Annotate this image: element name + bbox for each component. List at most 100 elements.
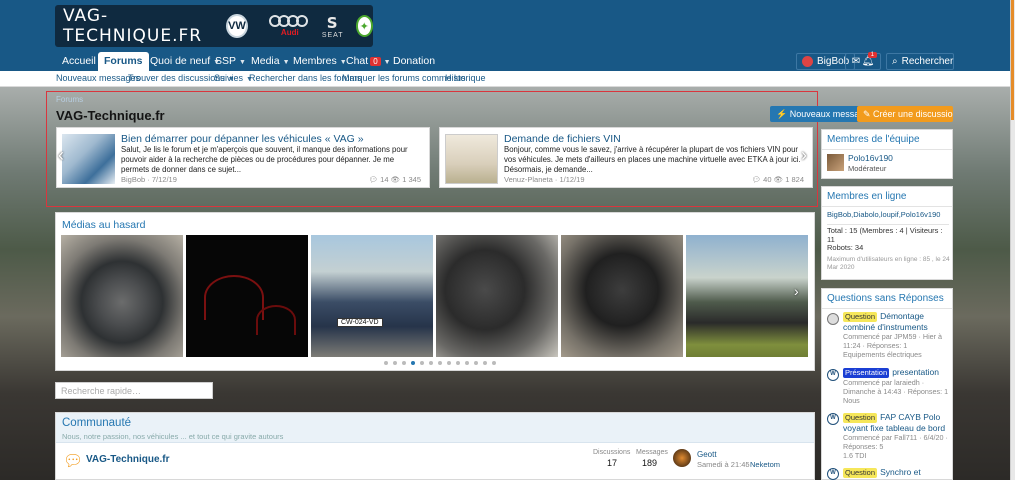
staff-name[interactable]: Polo16v190 xyxy=(848,153,893,163)
divider xyxy=(827,224,949,225)
featured-views: 1 345 xyxy=(402,175,421,184)
staff-role: Modérateur xyxy=(848,164,887,173)
forum-bubbles-icon: 💬︎ xyxy=(63,453,84,470)
bell-icon[interactable]: 🔔︎ 1 xyxy=(862,52,877,67)
breadcrumb[interactable]: Forums xyxy=(56,95,83,104)
featured-title[interactable]: Bien démarrer pour dépanner les véhicule… xyxy=(121,133,364,145)
seat-logo-icon: S SEAT xyxy=(321,13,344,39)
avatar xyxy=(802,56,813,67)
featured-author[interactable]: BigBob xyxy=(121,175,145,184)
pagination-dot[interactable] xyxy=(438,361,442,365)
create-discussion-label: Créer une discussion… xyxy=(873,109,953,119)
pagination-dot[interactable] xyxy=(429,361,433,365)
site-logo[interactable]: VAG-TECHNIQUE.FR VW Audi S SEAT ✦ xyxy=(55,5,373,47)
pagination-dot[interactable] xyxy=(393,361,397,365)
pagination-dot[interactable] xyxy=(402,361,406,365)
pagination-dot[interactable] xyxy=(474,361,478,365)
featured-replies: 14 xyxy=(380,175,389,184)
unanswered-block: Questions sans Réponses Question Démonta… xyxy=(821,288,953,480)
pagination-dot[interactable] xyxy=(411,361,415,365)
vw-avatar-icon[interactable]: W xyxy=(827,468,839,480)
question-item[interactable]: Présentation presentation Commencé par l… xyxy=(843,367,951,405)
separator: · xyxy=(745,460,748,469)
avatar[interactable] xyxy=(673,449,691,467)
last-post-title[interactable]: Geott xyxy=(697,450,717,459)
pagination-dot[interactable] xyxy=(447,361,451,365)
carousel-prev-icon[interactable]: ‹ xyxy=(58,145,64,166)
search-label: Rechercher xyxy=(901,56,954,67)
online-stats: Total : 15 (Membres : 4 | Visiteurs : 11 xyxy=(827,226,943,244)
media-thumbnail[interactable] xyxy=(686,235,808,357)
prefix-label: Question xyxy=(843,468,878,478)
featured-excerpt: Bonjour, comme vous le savez, j'arrive à… xyxy=(504,145,801,174)
question-item[interactable]: Question FAP CAYB Polo voyant fixe table… xyxy=(843,412,951,460)
messages-label: Messages xyxy=(636,449,668,456)
question-category[interactable]: 1.6 TDI xyxy=(843,451,951,460)
vw-avatar-icon[interactable]: W xyxy=(827,413,839,425)
question-title[interactable]: presentation xyxy=(892,367,939,377)
nav-membres-label: Membres xyxy=(293,55,337,67)
prefix-label: Question xyxy=(843,312,878,322)
skoda-logo-icon: ✦ xyxy=(355,15,373,37)
audi-word: Audi xyxy=(280,28,299,37)
forum-title[interactable]: VAG-Technique.fr xyxy=(86,454,170,465)
nav-accueil[interactable]: Accueil xyxy=(56,52,102,71)
media-thumbnail[interactable] xyxy=(61,235,183,357)
subnav-suivies-label: Suivies xyxy=(214,73,244,83)
media-pagination xyxy=(384,361,496,365)
vw-avatar-icon[interactable]: W xyxy=(827,369,839,381)
media-thumbnail[interactable]: CW-024-VD xyxy=(311,235,433,357)
nav-donation[interactable]: Donation xyxy=(387,52,441,71)
pagination-dot[interactable] xyxy=(384,361,388,365)
avatar[interactable] xyxy=(827,154,844,171)
inbox-alerts-group: ✉ 🔔︎ 1 xyxy=(845,52,881,70)
main-nav: Accueil Forums Quoi de neuf ▼ SSP ▼ Media ▼… xyxy=(0,52,1010,72)
nav-forums[interactable]: Forums xyxy=(98,52,149,72)
create-discussion-button[interactable]: ✎ Créer une discussion… xyxy=(857,106,953,122)
pagination-dot[interactable] xyxy=(465,361,469,365)
quick-search-input[interactable]: Recherche rapide… xyxy=(55,382,213,399)
featured-card[interactable]: Bien démarrer pour dépanner les véhicule… xyxy=(56,127,430,188)
staff-block: Membres de l'équipe Polo16v190 Modérateu… xyxy=(821,129,953,179)
category-title[interactable]: Communauté xyxy=(62,417,131,429)
question-meta: Commencé par Fall711 · 6/4/20 · Réponses… xyxy=(843,433,948,451)
subnav-trouver-label: Trouver des discussions xyxy=(128,73,225,83)
discussions-label: Discussions xyxy=(593,449,631,456)
prefix-label: Question xyxy=(843,413,878,423)
featured-author[interactable]: Venuz-Planeta xyxy=(504,175,553,184)
gauge-decoration xyxy=(204,275,264,320)
media-thumbnail[interactable] xyxy=(186,235,308,357)
pagination-dot[interactable] xyxy=(420,361,424,365)
featured-card[interactable]: Demande de fichiers VIN Bonjour, comme v… xyxy=(439,127,813,188)
last-post-user[interactable]: Neketom xyxy=(750,460,780,469)
envelope-icon[interactable]: ✉ xyxy=(852,56,860,67)
pagination-dot[interactable] xyxy=(456,361,460,365)
views-icon: 👁︎ xyxy=(390,175,401,184)
question-category[interactable]: Equipements électriques xyxy=(843,350,951,359)
featured-excerpt: Salut, Je lis le forum et je m'aperçois … xyxy=(121,145,408,174)
pagination-dot[interactable] xyxy=(492,361,496,365)
edit-icon: ✎ xyxy=(863,109,874,119)
new-messages-icon: ⚡ xyxy=(776,109,790,119)
question-meta: Commencé par laraiedh · Dimanche à 14:43… xyxy=(843,378,949,396)
audi-logo-icon: Audi xyxy=(268,15,308,37)
media-thumbnail[interactable] xyxy=(436,235,558,357)
category-header: Communauté Nous, notre passion, nos véhi… xyxy=(56,413,814,443)
question-item[interactable]: Question Synchro et injection xyxy=(843,467,951,480)
subnav-suivies[interactable]: Suivies ▼ xyxy=(214,73,253,83)
media-thumbnail[interactable] xyxy=(561,235,683,357)
subnav-historique[interactable]: Historique xyxy=(445,73,486,83)
question-category[interactable]: Nous xyxy=(843,396,951,405)
user-avatar-icon[interactable] xyxy=(827,313,839,325)
scrollbar-thumb[interactable] xyxy=(1011,0,1014,120)
media-next-icon[interactable]: › xyxy=(794,283,799,299)
last-post-date: Samedi à 21:45 xyxy=(697,460,750,469)
pagination-dot[interactable] xyxy=(483,361,487,365)
question-item[interactable]: Question Démontage combiné d'instruments… xyxy=(843,311,951,359)
carousel-next-icon[interactable]: › xyxy=(801,145,807,166)
random-media-block: Médias au hasard CW-024-VD › xyxy=(55,212,815,371)
featured-title[interactable]: Demande de fichiers VIN xyxy=(504,133,621,145)
online-list[interactable]: BigBob,Diabolo,loupif,Polo16v190 xyxy=(827,210,940,219)
search-button[interactable]: ⌕ Rechercher xyxy=(886,53,954,70)
logo-text: VAG-TECHNIQUE.FR xyxy=(63,6,203,46)
